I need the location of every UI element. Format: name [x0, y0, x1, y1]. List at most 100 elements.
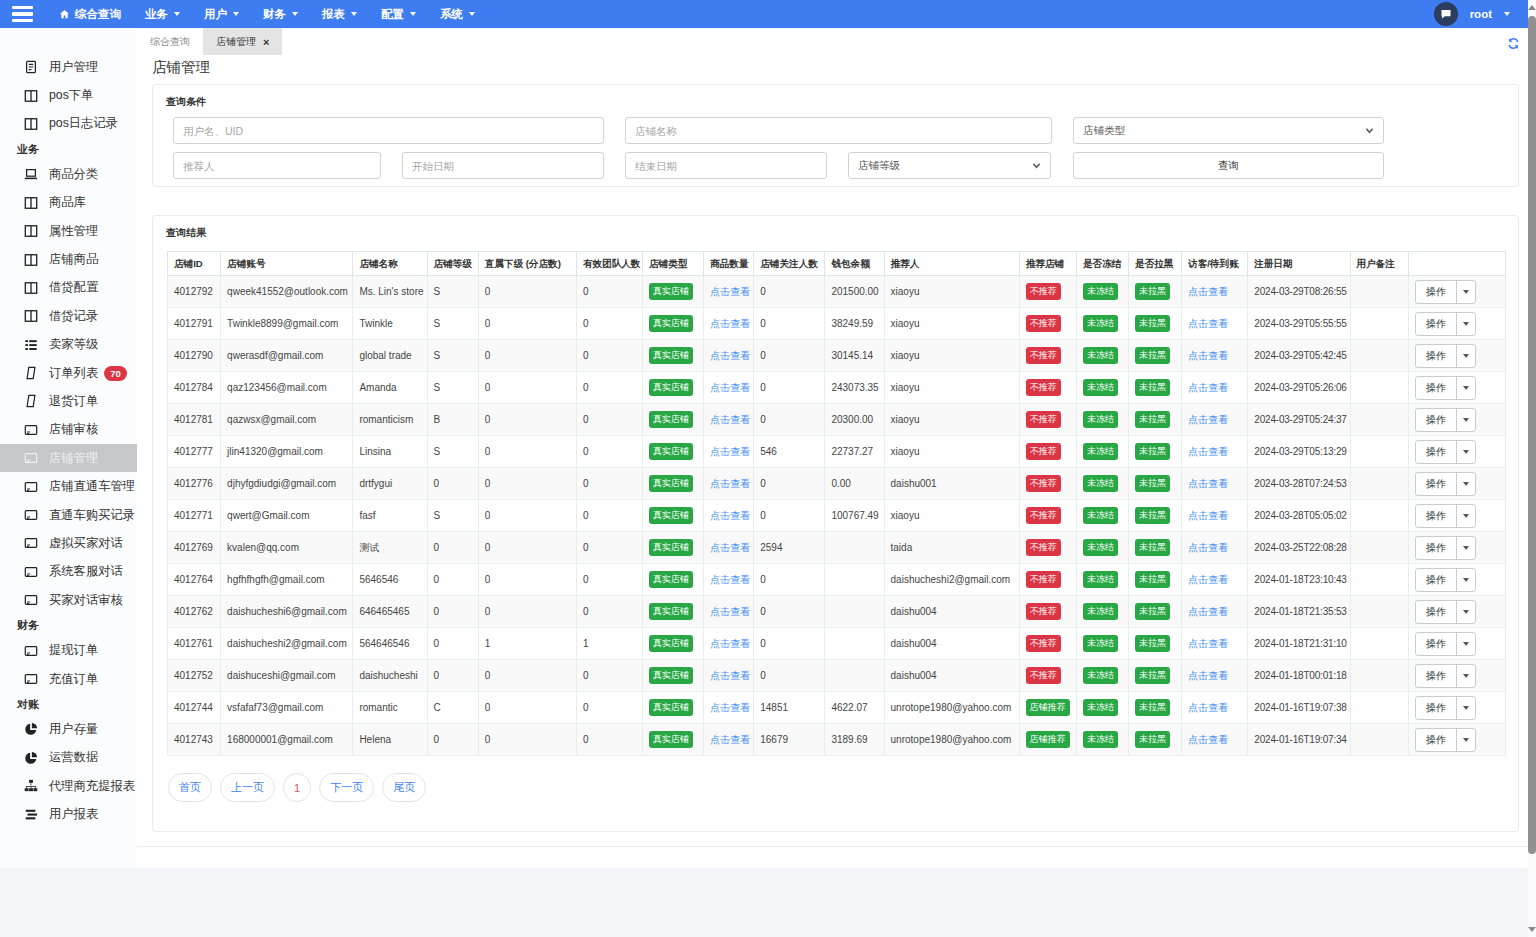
- sidebar-item-19[interactable]: 买家对话审核: [0, 586, 137, 614]
- scroll-down-icon[interactable]: [1528, 927, 1536, 932]
- sidebar-item-17[interactable]: 虚拟买家对话: [0, 529, 137, 557]
- operation-button[interactable]: 操作: [1416, 505, 1457, 527]
- operation-dropdown-toggle[interactable]: [1457, 441, 1475, 463]
- view-link[interactable]: 点击查看: [710, 286, 750, 297]
- view-link[interactable]: 点击查看: [1188, 478, 1228, 489]
- tab-summary-query[interactable]: 综合查询: [137, 28, 203, 55]
- vertical-scrollbar[interactable]: [1528, 0, 1536, 937]
- sidebar-item-5[interactable]: 商品库: [0, 189, 137, 217]
- scrollbar-thumb[interactable]: [1528, 16, 1536, 854]
- operation-dropdown-toggle[interactable]: [1457, 409, 1475, 431]
- pagination-button-0[interactable]: 首页: [168, 773, 212, 802]
- nav-item-1[interactable]: 业务: [133, 0, 192, 28]
- operation-button[interactable]: 操作: [1416, 537, 1457, 559]
- view-link[interactable]: 点击查看: [710, 670, 750, 681]
- view-link[interactable]: 点击查看: [710, 542, 750, 553]
- view-link[interactable]: 点击查看: [1188, 574, 1228, 585]
- operation-button[interactable]: 操作: [1416, 473, 1457, 495]
- pagination-button-4[interactable]: 尾页: [382, 773, 426, 802]
- operation-dropdown-toggle[interactable]: [1457, 537, 1475, 559]
- operation-button[interactable]: 操作: [1416, 697, 1457, 719]
- view-link[interactable]: 点击查看: [710, 638, 750, 649]
- sidebar-item-11[interactable]: 订单列表70: [0, 359, 137, 387]
- end-date-input[interactable]: [625, 152, 827, 179]
- view-link[interactable]: 点击查看: [1188, 286, 1228, 297]
- referrer-input[interactable]: [173, 152, 381, 179]
- sidebar-item-8[interactable]: 借贷配置: [0, 274, 137, 302]
- operation-dropdown-toggle[interactable]: [1457, 697, 1475, 719]
- operation-button[interactable]: 操作: [1416, 633, 1457, 655]
- operation-dropdown-toggle[interactable]: [1457, 505, 1475, 527]
- user-name[interactable]: root: [1470, 8, 1492, 20]
- operation-dropdown-toggle[interactable]: [1457, 729, 1475, 751]
- close-icon[interactable]: ×: [263, 36, 269, 48]
- sidebar-item-24[interactable]: 用户存量: [0, 715, 137, 743]
- nav-item-6[interactable]: 系统: [428, 0, 487, 28]
- view-link[interactable]: 点击查看: [1188, 350, 1228, 361]
- sidebar-item-18[interactable]: 系统客服对话: [0, 558, 137, 586]
- sidebar-item-13[interactable]: 店铺审核: [0, 416, 137, 444]
- start-date-input[interactable]: [402, 152, 604, 179]
- nav-item-2[interactable]: 用户: [192, 0, 251, 28]
- view-link[interactable]: 点击查看: [1188, 702, 1228, 713]
- operation-dropdown-toggle[interactable]: [1457, 281, 1475, 303]
- view-link[interactable]: 点击查看: [710, 350, 750, 361]
- sidebar-item-12[interactable]: 退货订单: [0, 387, 137, 415]
- operation-dropdown-toggle[interactable]: [1457, 569, 1475, 591]
- operation-button[interactable]: 操作: [1416, 441, 1457, 463]
- operation-button[interactable]: 操作: [1416, 569, 1457, 591]
- sidebar-item-2[interactable]: pos日志记录: [0, 110, 137, 138]
- sidebar-item-0[interactable]: 用户管理: [0, 53, 137, 81]
- view-link[interactable]: 点击查看: [710, 574, 750, 585]
- nav-item-0[interactable]: 综合查询: [47, 0, 133, 28]
- operation-dropdown-toggle[interactable]: [1457, 633, 1475, 655]
- operation-button[interactable]: 操作: [1416, 281, 1457, 303]
- operation-dropdown-toggle[interactable]: [1457, 377, 1475, 399]
- view-link[interactable]: 点击查看: [710, 702, 750, 713]
- view-link[interactable]: 点击查看: [710, 510, 750, 521]
- user-caret-icon[interactable]: [1504, 12, 1510, 16]
- sidebar-item-25[interactable]: 运营数据: [0, 744, 137, 772]
- view-link[interactable]: 点击查看: [1188, 510, 1228, 521]
- operation-dropdown-toggle[interactable]: [1457, 665, 1475, 687]
- hamburger-menu-icon[interactable]: [12, 6, 33, 23]
- operation-button[interactable]: 操作: [1416, 409, 1457, 431]
- shop-level-select[interactable]: 店铺等级: [848, 152, 1051, 179]
- view-link[interactable]: 点击查看: [1188, 446, 1228, 457]
- pagination-button-3[interactable]: 下一页: [319, 773, 374, 802]
- refresh-icon[interactable]: [1507, 36, 1520, 49]
- sidebar-item-10[interactable]: 卖家等级: [0, 331, 137, 359]
- view-link[interactable]: 点击查看: [710, 382, 750, 393]
- tab-shop-management[interactable]: 店铺管理×: [203, 28, 282, 55]
- operation-button[interactable]: 操作: [1416, 601, 1457, 623]
- sidebar-item-22[interactable]: 充值订单: [0, 665, 137, 693]
- view-link[interactable]: 点击查看: [710, 734, 750, 745]
- view-link[interactable]: 点击查看: [1188, 318, 1228, 329]
- operation-dropdown-toggle[interactable]: [1457, 473, 1475, 495]
- view-link[interactable]: 点击查看: [710, 446, 750, 457]
- view-link[interactable]: 点击查看: [710, 478, 750, 489]
- view-link[interactable]: 点击查看: [1188, 382, 1228, 393]
- view-link[interactable]: 点击查看: [1188, 414, 1228, 425]
- nav-item-3[interactable]: 财务: [251, 0, 310, 28]
- shop-type-select[interactable]: 店铺类型: [1073, 117, 1384, 144]
- view-link[interactable]: 点击查看: [710, 606, 750, 617]
- sidebar-item-7[interactable]: 店铺商品: [0, 245, 137, 273]
- sidebar-item-4[interactable]: 商品分类: [0, 160, 137, 188]
- operation-button[interactable]: 操作: [1416, 313, 1457, 335]
- sidebar-item-15[interactable]: 店铺直通车管理: [0, 472, 137, 500]
- sidebar-item-21[interactable]: 提现订单: [0, 636, 137, 664]
- pagination-button-2[interactable]: 1: [283, 773, 311, 802]
- shop-name-input[interactable]: [625, 117, 1052, 144]
- username-uid-input[interactable]: [173, 117, 604, 144]
- chat-button[interactable]: [1434, 2, 1458, 26]
- sidebar-item-27[interactable]: 用户报表: [0, 800, 137, 828]
- operation-dropdown-toggle[interactable]: [1457, 345, 1475, 367]
- operation-dropdown-toggle[interactable]: [1457, 313, 1475, 335]
- sidebar-item-16[interactable]: 直通车购买记录: [0, 501, 137, 529]
- operation-dropdown-toggle[interactable]: [1457, 601, 1475, 623]
- view-link[interactable]: 点击查看: [1188, 638, 1228, 649]
- nav-item-4[interactable]: 报表: [310, 0, 369, 28]
- scroll-up-icon[interactable]: [1528, 5, 1536, 10]
- nav-item-5[interactable]: 配置: [369, 0, 428, 28]
